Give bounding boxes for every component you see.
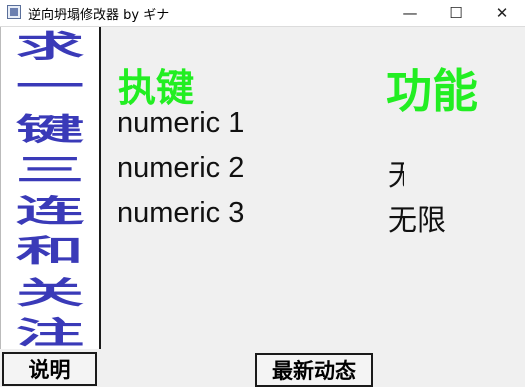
hotkey-label: numeric 1 (117, 107, 245, 139)
hotkey-header: 执键 (118, 66, 195, 110)
hotkey-label: numeric 2 (117, 152, 245, 184)
window-title: 逆向坍塌修改器 by ギナ (28, 8, 170, 23)
help-button[interactable]: 说明 (2, 352, 97, 386)
maximize-button[interactable]: ☐ (433, 0, 479, 26)
close-button[interactable]: ✕ (479, 0, 525, 26)
minimize-button[interactable]: — (387, 0, 433, 26)
minimize-icon: — (402, 4, 418, 22)
function-header: 功能 (386, 64, 478, 118)
function-label: 无 (388, 158, 404, 192)
close-icon: ✕ (495, 4, 509, 22)
hotkey-table: 执键 功能 numeric 1 numeric 2 无 numeric 3 无限 (100, 27, 525, 349)
function-label: 无限 (388, 203, 446, 237)
banner-panel: 求 一 键 三 连 和 关 注 (0, 27, 101, 351)
news-button[interactable]: 最新动态 (255, 353, 373, 387)
app-icon (7, 5, 21, 19)
hotkey-label: numeric 3 (117, 197, 245, 229)
maximize-icon: ☐ (449, 4, 463, 22)
